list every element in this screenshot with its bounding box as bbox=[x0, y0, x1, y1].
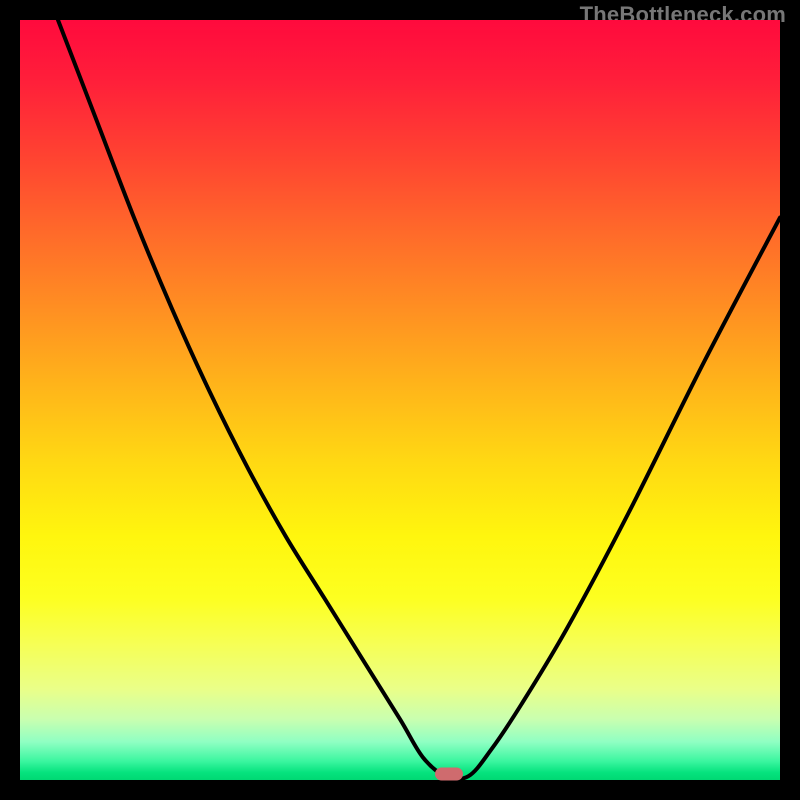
curve-svg bbox=[20, 20, 780, 780]
trough-marker bbox=[435, 767, 463, 780]
chart-frame: TheBottleneck.com bbox=[0, 0, 800, 800]
plot-area bbox=[20, 20, 780, 780]
bottleneck-curve-path bbox=[58, 20, 780, 779]
